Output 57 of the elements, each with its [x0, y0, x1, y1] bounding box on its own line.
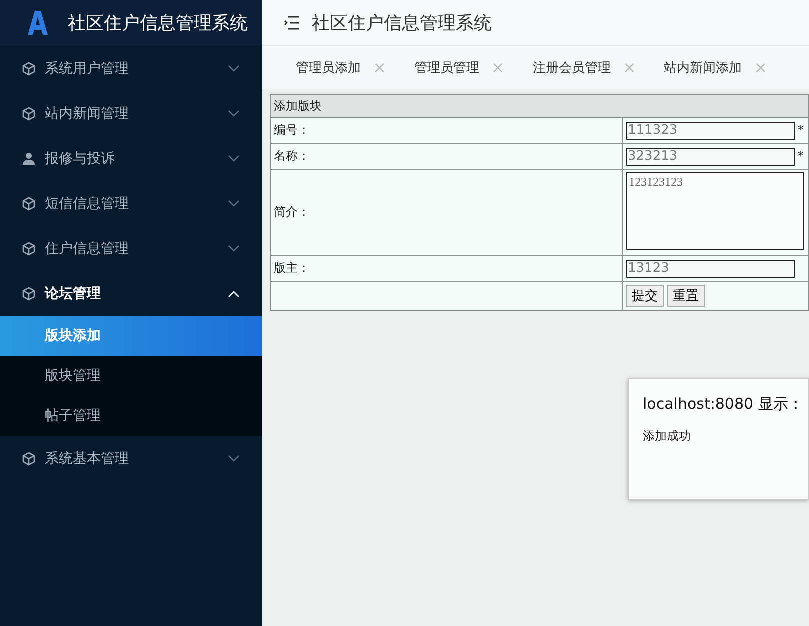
tab[interactable]: 管理员添加 × — [296, 58, 386, 77]
chevron-icon — [228, 154, 240, 162]
form-button[interactable]: 提交 — [626, 285, 664, 307]
menu-item[interactable]: 系统基本管理 — [0, 436, 262, 481]
tab-label: 注册会员管理 — [532, 60, 611, 76]
required-mark: * — [798, 149, 804, 163]
menu-label: 论坛管理 — [45, 284, 102, 302]
tab[interactable]: 站内新闻添加 × — [664, 58, 768, 77]
field-label: 版主： — [270, 256, 622, 282]
tab-label: 管理员添加 — [296, 60, 361, 76]
menu-icon[interactable] — [284, 16, 300, 30]
chevron-icon — [228, 244, 240, 252]
tab-label: 管理员管理 — [414, 60, 480, 76]
menu-item[interactable]: 住户信息管理 — [0, 226, 262, 271]
menu-label: 系统基本管理 — [45, 450, 130, 468]
menu-label: 系统用户管理 — [45, 60, 130, 78]
input-field[interactable]: 323213 — [626, 148, 795, 166]
submenu-item[interactable]: 版块管理 — [0, 356, 262, 396]
menu-item[interactable]: 报修与投诉 — [0, 136, 262, 181]
submenu-item[interactable]: 帖子管理 — [0, 396, 262, 436]
menu-item[interactable]: 系统用户管理 — [0, 46, 262, 91]
menu-item[interactable]: 站内新闻管理 — [0, 91, 262, 136]
cube-icon — [22, 62, 36, 76]
chevron-icon — [228, 290, 240, 298]
field-label: 简介： — [270, 170, 622, 256]
cube-icon — [22, 106, 36, 120]
input-field[interactable]: 111323 — [626, 122, 795, 140]
input-field[interactable]: 13123 — [626, 260, 795, 278]
form-button[interactable]: 重置 — [667, 285, 705, 307]
cube-icon — [22, 286, 36, 300]
logo-icon — [28, 11, 48, 35]
menu-label: 报修与投诉 — [45, 150, 116, 168]
page-title: 社区住户信息管理系统 — [312, 12, 492, 34]
menu-item[interactable]: 论坛管理 — [0, 271, 262, 316]
chevron-icon — [228, 64, 240, 72]
text-area[interactable]: 123123123 — [626, 172, 804, 250]
form-header: 添加版块 — [270, 94, 808, 118]
cube-icon — [22, 452, 36, 466]
menu-item[interactable]: 短信信息管理 — [0, 181, 262, 226]
user-icon — [22, 152, 36, 166]
cube-icon — [22, 196, 36, 210]
menu-label: 住户信息管理 — [45, 240, 130, 258]
tab[interactable]: 管理员管理 × — [414, 58, 505, 77]
chevron-icon — [228, 454, 240, 462]
required-mark: * — [798, 123, 804, 137]
tab-label: 站内新闻添加 — [664, 60, 742, 76]
app-title: 社区住户信息管理系统 — [68, 12, 248, 35]
tab[interactable]: 注册会员管理 × — [532, 58, 636, 77]
dialog-message: 添加成功 — [643, 428, 692, 445]
menu-label: 站内新闻管理 — [45, 104, 130, 122]
chevron-icon — [228, 200, 240, 208]
field-label: 名称： — [270, 144, 622, 170]
submenu-item[interactable]: 版块添加 — [0, 316, 262, 356]
menu-label: 短信信息管理 — [45, 194, 130, 212]
cube-icon — [22, 242, 36, 256]
field-label: 编号： — [270, 118, 622, 144]
chevron-icon — [228, 110, 240, 118]
